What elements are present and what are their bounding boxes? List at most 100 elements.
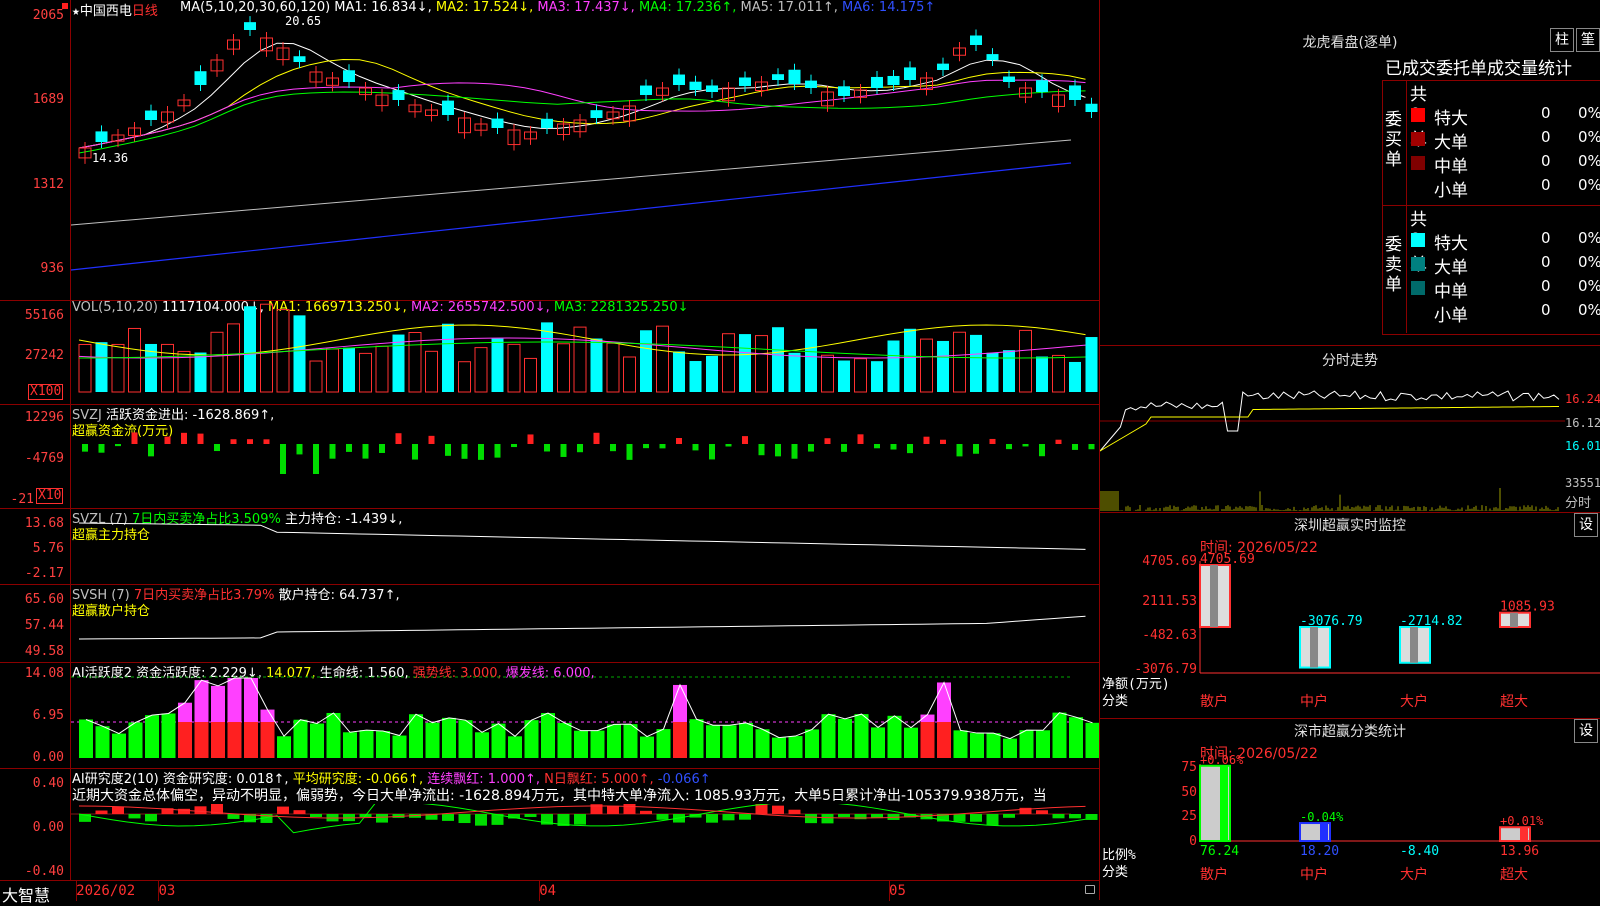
monitor-bar-shade: [1310, 627, 1318, 668]
activity-bar: [359, 730, 374, 758]
activity-bar: [706, 725, 720, 758]
research-bar: [194, 806, 207, 814]
activity-bar: [970, 733, 984, 758]
class-category: 中户: [1300, 866, 1328, 883]
intraday-panel[interactable]: 分时走势 16.24 16.12 16.01 33551 分时: [1100, 345, 1600, 511]
volume-bar: [606, 342, 620, 393]
volume-bar: [689, 361, 702, 392]
price-tick: 936: [40, 261, 64, 276]
flow-bar: [1006, 444, 1012, 450]
order-row-name: 小单: [1434, 181, 1468, 201]
ai-activity-tick: 6.95: [32, 708, 64, 723]
flow-bar: [593, 432, 600, 444]
activity-bar: [1003, 738, 1017, 758]
flow-bar: [874, 444, 880, 449]
color-swatch: [1411, 257, 1425, 271]
activity-bar: [442, 717, 456, 758]
monitor-bar-label: 4705.69: [1200, 552, 1255, 567]
flow-bar: [346, 444, 352, 452]
ma2-line: [78, 58, 1086, 149]
class-bar-value: -8.40: [1400, 844, 1439, 859]
x-axis-label: 2026/02: [76, 883, 136, 899]
order-row-val: 0: [1541, 277, 1551, 295]
activity-bar: [788, 736, 803, 758]
activity-bar: [343, 732, 357, 758]
activity-bar: [376, 731, 390, 758]
volume-bar: [788, 352, 801, 392]
activity-bar: [392, 735, 407, 758]
volume-bar: [210, 331, 224, 393]
chart-tick: -3076.79: [1134, 662, 1197, 677]
price-pane[interactable]: ★中国西电日线 MA(5,10,20,30,60,120) MA1: 16.83…: [0, 0, 1100, 301]
flow-bar: [1039, 444, 1045, 457]
ai-activity-pane[interactable]: AI活跃度2 资金活跃度: 2.229↓, 14.077, 生命线: 1.560…: [0, 662, 1100, 769]
activity-bar-hot: [937, 682, 951, 722]
lock-icon[interactable]: [1085, 885, 1095, 894]
monitor-category: 大户: [1400, 693, 1428, 710]
volume-bar: [953, 331, 966, 393]
brand-label: 大智慧: [2, 886, 51, 905]
flow-bar: [164, 436, 171, 444]
svzj-pane[interactable]: SVZJ 活跃资金进出: -1628.869↑, 超赢资金流(万元) 12296…: [0, 404, 1100, 509]
svsh-line: [78, 615, 1086, 640]
order-row-name: 大单: [1434, 258, 1468, 278]
flow-bar: [1055, 439, 1062, 444]
order-row-pct: 0%: [1578, 229, 1600, 247]
activity-bar: [227, 722, 242, 758]
volume-pane[interactable]: VOL(5,10,20) 1117104.000↓, MA1: 1669713.…: [0, 300, 1100, 405]
order-row-val: 0: [1541, 176, 1551, 194]
candlestick-chart: [71, 16, 1098, 271]
pen-view-button[interactable]: 筀: [1576, 28, 1600, 52]
volume-bar: [442, 323, 454, 392]
column-view-button[interactable]: 柱: [1550, 28, 1574, 52]
flow-bar: [923, 436, 930, 444]
sz-monitor-panel: 深圳超赢实时监控 设 时间: 2026/05/22 4705.69 2111.53…: [1100, 512, 1600, 719]
flow-bar: [824, 438, 831, 444]
svzl-pane[interactable]: SVZL (7) 7日内买卖净占比3.509% 主力持仓: -1.439↓, 超…: [0, 508, 1100, 585]
price-low-label: 14.36: [92, 151, 129, 165]
volume-bar: [854, 358, 867, 393]
activity-bar-hot: [244, 678, 258, 722]
ai-research-note: 近期大资金总体偏空，异动不明显，偏弱势，今日大单净流出: -1628.894万元…: [72, 788, 1047, 804]
activity-bar-hot: [260, 709, 275, 722]
volume-bar: [1036, 356, 1048, 392]
research-bar: [227, 814, 240, 819]
order-row-pct: 0%: [1578, 253, 1600, 271]
activity-bar: [310, 723, 324, 758]
svsh-pane[interactable]: SVSH (7) 7日内买卖净占比3.79% 散户持仓: 64.737↑, 超赢…: [0, 584, 1100, 663]
volume-bar: [1085, 337, 1098, 392]
main-position-line: [78, 522, 1086, 550]
candle-down: [706, 85, 718, 92]
research-bar: [277, 806, 289, 814]
ai-activity-tick: 0.00: [32, 750, 64, 765]
price-high-label: 20.65: [285, 14, 322, 28]
volume-bar: [772, 327, 784, 392]
buy-orders-label: 委买单: [1385, 110, 1402, 170]
volume-bar: [359, 352, 372, 393]
price-tick: 2065: [32, 8, 64, 23]
candle-down: [805, 80, 817, 88]
flow-bar: [1088, 444, 1095, 450]
candle-down: [904, 67, 916, 80]
order-row-val: 0: [1541, 301, 1551, 319]
candle-down: [343, 70, 355, 82]
volume-bar: [260, 303, 273, 393]
flow-bar: [1022, 444, 1029, 447]
flow-bar: [494, 444, 501, 458]
flow-bar: [940, 439, 946, 444]
svsh-tick: 49.58: [24, 644, 64, 659]
ai-research-tick: 0.00: [32, 820, 64, 835]
flow-bar: [989, 438, 996, 444]
ai-research-pane[interactable]: AI研究度2(10) 资金研究度: 0.018↑, 平均研究度: -0.066↑…: [0, 768, 1100, 880]
lhb-panel: 龙虎看盘(逐单) 柱 筀 已成交委托单成交量统计 委买单 委卖单 共 0单特大0…: [1100, 0, 1600, 345]
activity-bar: [887, 715, 902, 758]
activity-bar: [277, 736, 291, 758]
volume-bar: [128, 327, 141, 393]
research-bar: [739, 814, 751, 820]
flow-bar: [775, 444, 781, 457]
order-row-name: 大单: [1434, 133, 1468, 153]
flow-bar: [98, 444, 105, 453]
svzj-tick: 12296: [24, 410, 64, 425]
research-bar: [607, 805, 619, 814]
research-bar: [970, 814, 982, 822]
